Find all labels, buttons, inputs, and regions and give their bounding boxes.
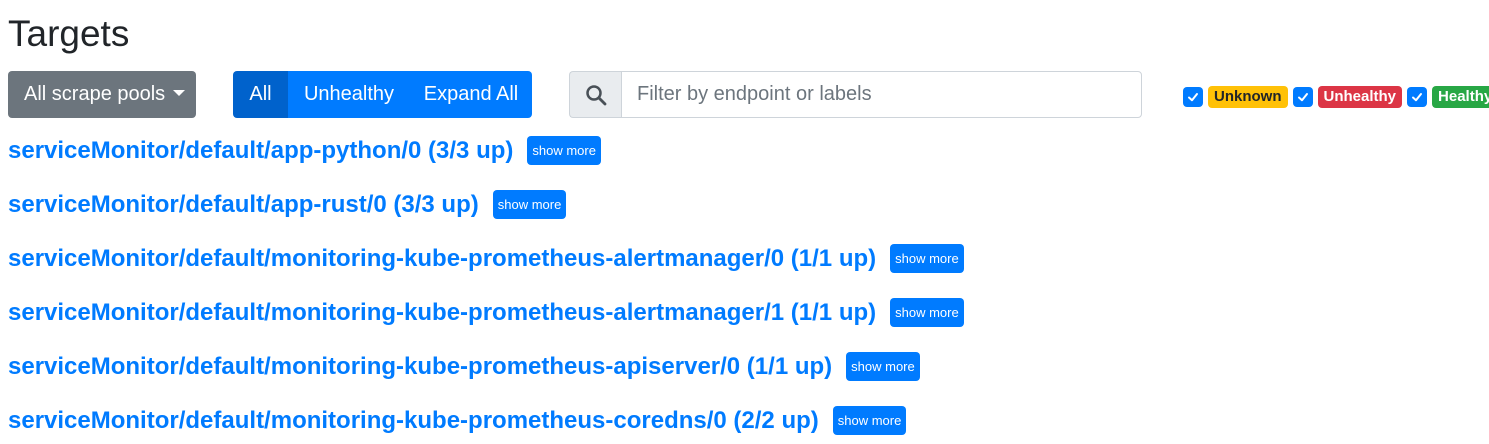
scrape-pool-link[interactable]: serviceMonitor/default/monitoring-kube-p… [8,407,819,435]
view-filter-group: All Unhealthy Expand All [233,71,532,118]
show-more-button[interactable]: show more [492,190,567,219]
scrape-pool-item: serviceMonitor/default/monitoring-kube-p… [8,244,964,273]
show-more-button[interactable]: show more [890,298,964,327]
search-icon [569,71,621,118]
scrape-pool-link[interactable]: serviceMonitor/default/monitoring-kube-p… [8,353,832,381]
unhealthy-button[interactable]: Unhealthy [288,71,410,118]
all-button[interactable]: All [233,71,288,118]
expand-all-button[interactable]: Expand All [410,71,532,118]
healthy-checkbox[interactable] [1407,87,1428,107]
scrape-pool-link[interactable]: serviceMonitor/default/app-rust/0 (3/3 u… [8,191,479,219]
scrape-pool-item: serviceMonitor/default/monitoring-kube-p… [8,298,964,327]
show-more-button[interactable]: show more [890,244,964,273]
page-title: Targets [8,13,130,54]
scrape-pool-link[interactable]: serviceMonitor/default/monitoring-kube-p… [8,245,876,273]
caret-down-icon [173,89,186,96]
scrape-pools-label: All scrape pools [24,83,166,105]
scrape-pool-item: serviceMonitor/default/app-rust/0 (3/3 u… [8,190,567,219]
scrape-pool-link[interactable]: serviceMonitor/default/monitoring-kube-p… [8,299,876,327]
unknown-checkbox[interactable] [1183,87,1203,107]
unhealthy-checkbox[interactable] [1292,87,1313,107]
show-more-button[interactable]: show more [832,406,907,435]
scrape-pool-link[interactable]: serviceMonitor/default/app-python/0 (3/3… [8,137,513,165]
scrape-pools-dropdown[interactable]: All scrape pools [8,71,196,118]
show-more-button[interactable]: show more [846,352,920,381]
unhealthy-badge: Unhealthy [1317,86,1403,108]
search-group [569,71,1142,118]
healthy-badge: Healthy [1432,86,1489,108]
targets-page: Targets All scrape pools All Unhealthy E… [0,0,1489,444]
scrape-pool-item: serviceMonitor/default/monitoring-kube-p… [8,406,907,435]
health-filters: Unknown Unhealthy Healthy [1183,85,1489,109]
unknown-badge: Unknown [1208,86,1288,108]
show-more-button[interactable]: show more [527,136,601,165]
search-input[interactable] [621,71,1142,118]
scrape-pool-item: serviceMonitor/default/monitoring-kube-p… [8,352,920,381]
scrape-pool-item: serviceMonitor/default/app-python/0 (3/3… [8,136,601,165]
